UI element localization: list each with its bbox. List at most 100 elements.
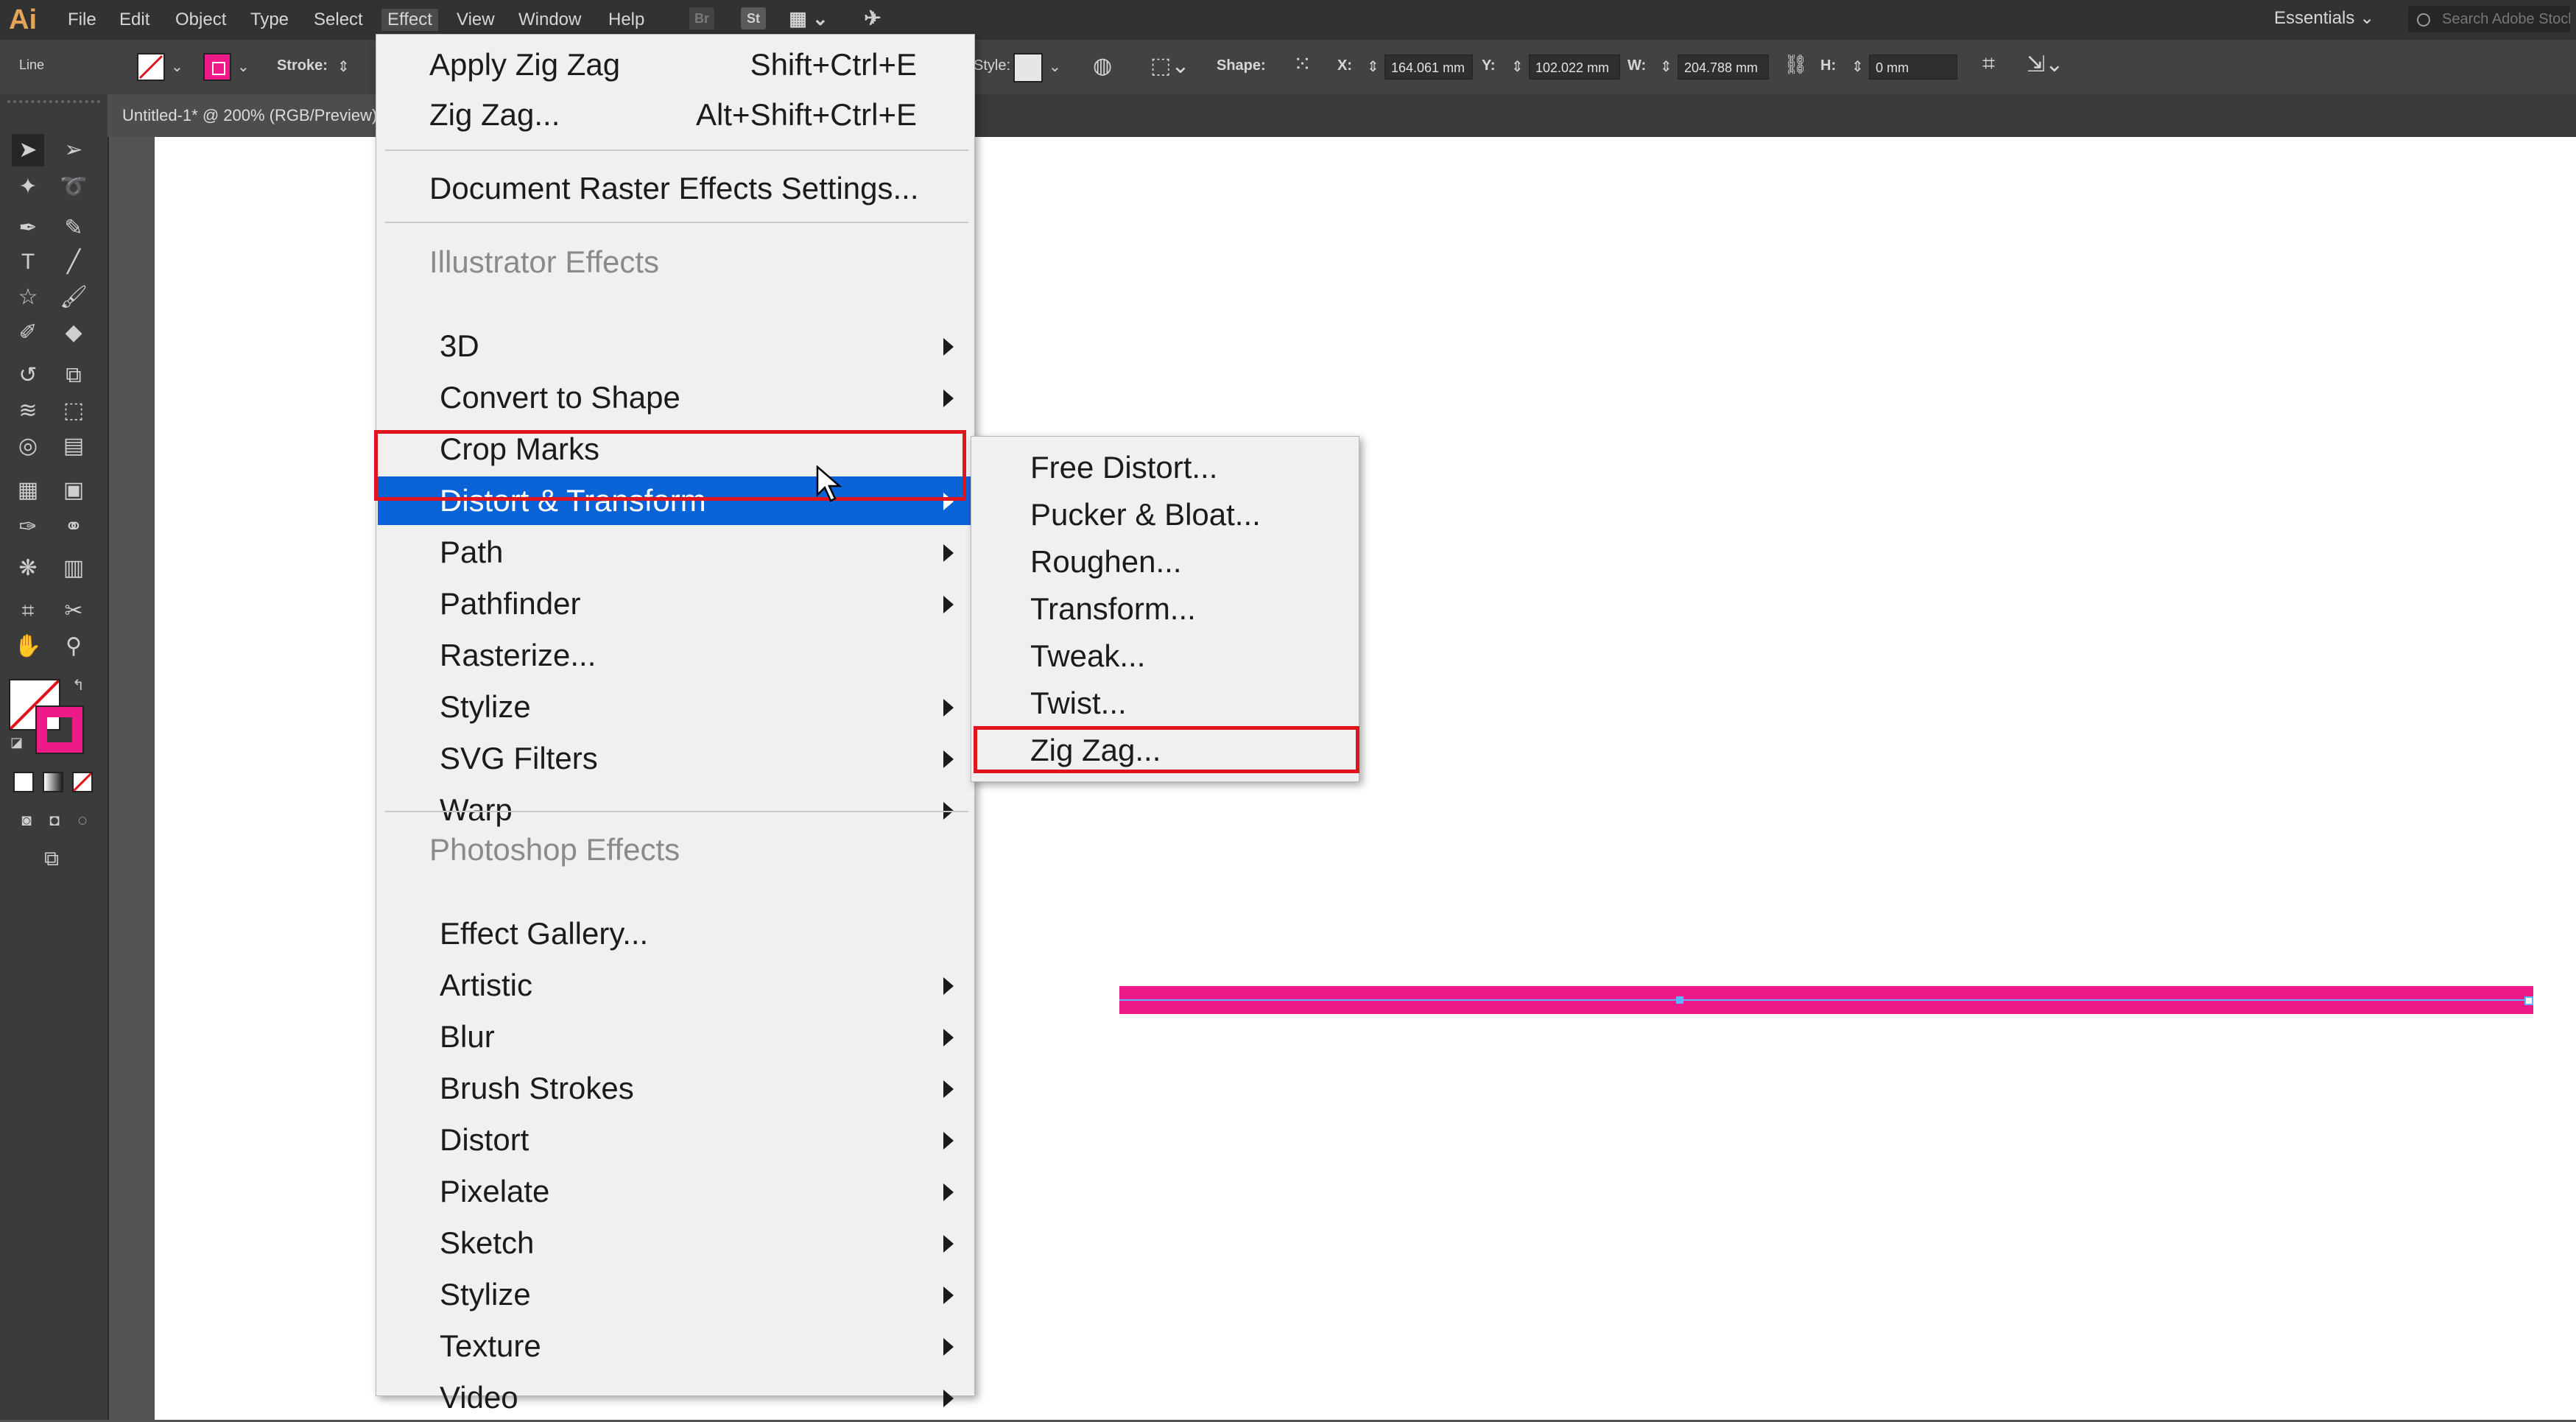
isolate-object-icon[interactable]: ⌗ — [1982, 52, 1995, 77]
menu-item-video[interactable]: Video — [378, 1373, 973, 1422]
swap-colors-icon[interactable]: ↰ — [72, 676, 85, 694]
h-field[interactable]: 0 mm — [1869, 54, 1957, 80]
color-mode-icon[interactable] — [13, 772, 34, 792]
eyedropper-tool-icon[interactable]: ✑ — [12, 511, 44, 543]
paintbrush-tool-icon[interactable]: 🖌 — [57, 281, 90, 314]
fill-dropdown-chevron-icon[interactable]: ⌄ — [171, 57, 183, 76]
star-tool-icon[interactable]: ☆ — [12, 281, 44, 314]
free-transform-tool-icon[interactable]: ⬚ — [57, 395, 90, 427]
menu-item-stylize[interactable]: Stylize — [378, 1270, 973, 1319]
shaper-tool-icon[interactable]: ✐ — [12, 317, 44, 349]
hand-tool-icon[interactable]: ✋ — [12, 630, 44, 663]
submenu-item-free-distort[interactable]: Free Distort... — [973, 444, 1357, 491]
menu-file[interactable]: File — [68, 9, 96, 31]
w-field[interactable]: 204.788 mm — [1678, 54, 1769, 80]
slice-tool-icon[interactable]: ✂ — [57, 595, 90, 627]
link-proportions-icon[interactable]: ⛓ — [1784, 53, 1808, 76]
mesh-tool-icon[interactable]: ▦ — [12, 474, 44, 507]
menu-item-pathfinder[interactable]: Pathfinder — [378, 580, 973, 628]
menu-object[interactable]: Object — [175, 9, 226, 31]
menu-item-stylize[interactable]: Stylize — [378, 683, 973, 731]
stroke-color-icon[interactable] — [35, 705, 84, 754]
submenu-item-transform[interactable]: Transform... — [973, 585, 1357, 633]
menu-item-artistic[interactable]: Artistic — [378, 961, 973, 1010]
submenu-item-roughen[interactable]: Roughen... — [973, 538, 1357, 585]
lasso-tool-icon[interactable]: ➰ — [57, 171, 90, 203]
menu-item-rasterize[interactable]: Rasterize... — [378, 631, 973, 680]
menu-window[interactable]: Window — [518, 9, 581, 31]
menu-item-zig-zag-dialog[interactable]: Zig Zag... Alt+Shift+Ctrl+E — [378, 91, 973, 139]
stroke-dropdown-chevron-icon[interactable]: ⌄ — [237, 57, 250, 76]
gpu-performance-icon[interactable]: ✈ — [860, 7, 885, 29]
direct-selection-tool-icon[interactable]: ➢ — [57, 134, 90, 166]
type-tool-icon[interactable]: T — [12, 246, 44, 278]
align-options-icon[interactable]: ⬚⌄ — [1150, 53, 1189, 79]
recolor-artwork-icon[interactable]: ◍ — [1093, 53, 1112, 79]
menu-edit[interactable]: Edit — [119, 9, 149, 31]
magic-wand-tool-icon[interactable]: ✦ — [12, 171, 44, 203]
document-tab[interactable]: Untitled-1* @ 200% (RGB/Preview) — [108, 94, 393, 137]
y-stepper[interactable]: ⇕ — [1511, 57, 1524, 76]
selected-line-path[interactable] — [1119, 986, 2533, 1014]
menu-item-blur[interactable]: Blur — [378, 1013, 973, 1061]
pen-tool-icon[interactable]: ✒ — [12, 212, 44, 244]
shape-builder-tool-icon[interactable]: ◎ — [12, 430, 44, 462]
y-field[interactable]: 102.022 mm — [1529, 54, 1620, 80]
arrange-documents-icon[interactable]: ▦ ⌄ — [786, 7, 831, 29]
h-stepper[interactable]: ⇕ — [1851, 57, 1864, 76]
panel-grip[interactable] — [7, 100, 100, 115]
menu-item-effect-gallery[interactable]: Effect Gallery... — [378, 909, 973, 958]
menu-item-texture[interactable]: Texture — [378, 1322, 973, 1370]
curvature-tool-icon[interactable]: ✎ — [57, 212, 90, 244]
menu-select[interactable]: Select — [314, 9, 363, 31]
artboard-tool-icon[interactable]: ⌗ — [12, 595, 44, 627]
width-tool-icon[interactable]: ≋ — [12, 395, 44, 427]
menu-help[interactable]: Help — [608, 9, 644, 31]
scale-tool-icon[interactable]: ⧉ — [57, 359, 90, 392]
x-stepper[interactable]: ⇕ — [1367, 57, 1379, 76]
rotate-tool-icon[interactable]: ↺ — [12, 359, 44, 392]
submenu-item-tweak[interactable]: Tweak... — [973, 633, 1357, 680]
menu-effect[interactable]: Effect — [381, 9, 438, 31]
stroke-weight-stepper[interactable]: ⇕ — [337, 57, 350, 76]
stroke-swatch[interactable] — [203, 53, 231, 81]
zoom-tool-icon[interactable]: ⚲ — [57, 630, 90, 663]
reference-point-icon[interactable]: ⁙ — [1293, 52, 1312, 77]
menu-item-3d[interactable]: 3D — [378, 322, 973, 370]
submenu-item-pucker-and-bloat[interactable]: Pucker & Bloat... — [973, 491, 1357, 538]
eraser-tool-icon[interactable]: ◆ — [57, 317, 90, 349]
style-dropdown-chevron-icon[interactable]: ⌄ — [1049, 57, 1061, 76]
line-segment-tool-icon[interactable]: ╱ — [57, 246, 90, 278]
menu-item-document-raster-effects-settings[interactable]: Document Raster Effects Settings... — [378, 164, 973, 213]
gradient-tool-icon[interactable]: ▣ — [57, 474, 90, 507]
menu-item-path[interactable]: Path — [378, 528, 973, 577]
menu-item-convert-to-shape[interactable]: Convert to Shape — [378, 373, 973, 422]
menu-item-sketch[interactable]: Sketch — [378, 1219, 973, 1267]
graphic-style-swatch[interactable] — [1013, 53, 1043, 82]
menu-item-brush-strokes[interactable]: Brush Strokes — [378, 1064, 973, 1113]
menu-item-pixelate[interactable]: Pixelate — [378, 1167, 973, 1216]
stock-icon[interactable]: St — [741, 7, 766, 29]
selection-tool-icon[interactable]: ➤ — [12, 134, 44, 166]
symbol-sprayer-tool-icon[interactable]: ❋ — [12, 552, 44, 585]
draw-inside-icon[interactable]: ◌ — [66, 804, 99, 837]
menu-item-svg-filters[interactable]: SVG Filters — [378, 734, 973, 783]
w-stepper[interactable]: ⇕ — [1660, 57, 1672, 76]
menu-item-apply-zig-zag[interactable]: Apply Zig Zag Shift+Ctrl+E — [378, 41, 973, 89]
center-point[interactable] — [1676, 996, 1683, 1004]
submenu-item-twist[interactable]: Twist... — [973, 680, 1357, 727]
default-colors-icon[interactable]: ◪ — [10, 735, 23, 750]
bridge-icon[interactable]: Br — [689, 7, 714, 29]
fill-swatch[interactable] — [137, 53, 165, 81]
menu-type[interactable]: Type — [250, 9, 289, 31]
menu-item-distort[interactable]: Distort — [378, 1116, 973, 1164]
column-graph-tool-icon[interactable]: ▥ — [57, 552, 90, 585]
panel-menu-icon[interactable]: ⇲⌄ — [2027, 52, 2063, 77]
menu-view[interactable]: View — [457, 9, 495, 31]
workspace-switcher[interactable]: Essentials ⌄ — [2274, 7, 2374, 29]
blend-tool-icon[interactable]: ⚭ — [57, 511, 90, 543]
search-stock-input[interactable]: Search Adobe Stock — [2408, 6, 2570, 32]
gradient-mode-icon[interactable] — [43, 772, 63, 792]
perspective-grid-tool-icon[interactable]: ▤ — [57, 430, 90, 462]
x-field[interactable]: 164.061 mm — [1384, 54, 1473, 80]
